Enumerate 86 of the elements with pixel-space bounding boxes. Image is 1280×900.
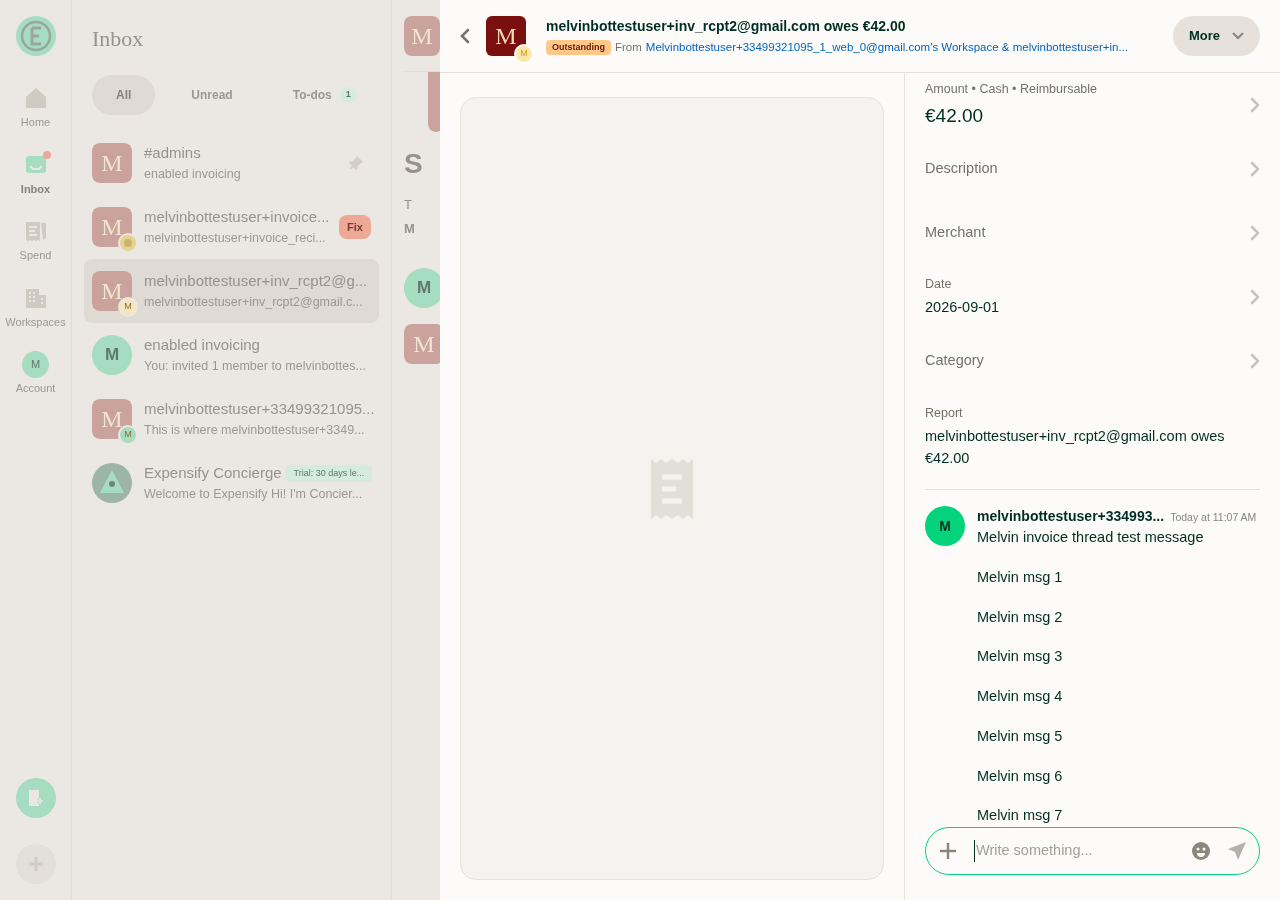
- chat-banner: [428, 72, 440, 132]
- field-label: Category: [925, 351, 985, 371]
- report-value: melvinbottestuser+inv_rcpt2@gmail.com owes €42.00: [925, 427, 1225, 468]
- inbox-icon: [24, 153, 47, 176]
- message-input[interactable]: Write something...: [974, 840, 1175, 862]
- avatar-badge: M: [514, 44, 534, 64]
- receipt-plus-icon: [27, 789, 44, 807]
- more-button[interactable]: More: [1172, 16, 1260, 56]
- plus-icon[interactable]: [938, 841, 958, 861]
- chevron-right-icon: [1250, 289, 1260, 305]
- message-author: melvinbottestuser+334993...: [977, 507, 1165, 526]
- message-avatar: M: [925, 506, 965, 546]
- chat-row[interactable]: M M melvinbottestuser+inv_rcpt2@g... melvinbottestuser+inv_rcpt2@gmail.c...: [84, 259, 379, 323]
- avatar: M: [404, 15, 440, 56]
- emoji-icon[interactable]: [1191, 841, 1211, 861]
- nav-item[interactable]: Workspaces: [0, 285, 71, 330]
- receipt-icon: [23, 219, 48, 243]
- chat-preview: enabled invoicing: [144, 165, 242, 183]
- chat-title: melvinbottestuser+invoice...: [144, 207, 330, 228]
- amount-value: €42.00: [925, 103, 985, 128]
- field-label: Report: [925, 405, 964, 423]
- filter-tab[interactable]: To-dos 1: [268, 75, 381, 115]
- home-icon: [23, 86, 48, 110]
- nav-item[interactable]: Home: [0, 86, 71, 131]
- filter-tab[interactable]: Unread: [167, 75, 257, 115]
- count-badge: 1: [339, 87, 357, 103]
- add-button[interactable]: [15, 844, 56, 884]
- inbox-title: Inbox: [92, 25, 145, 53]
- chat-line: T: [404, 197, 412, 212]
- nav-item[interactable]: Spend: [0, 219, 71, 264]
- message-text: Melvin msg 1: [977, 567, 1064, 587]
- detail-row[interactable]: Description: [925, 137, 1260, 201]
- chevron-right-icon: [1250, 161, 1260, 177]
- chat-preview: melvinbottestuser+inv_rcpt2@gmail.c...: [144, 293, 364, 311]
- message-text: Melvin msg 5: [977, 726, 1064, 746]
- field-label: Date: [925, 276, 953, 294]
- avatar: M: [404, 324, 440, 364]
- chevron-right-icon: [1250, 225, 1260, 241]
- send-icon[interactable]: [1227, 841, 1247, 861]
- logo[interactable]: [15, 16, 56, 56]
- chat-title: #admins: [144, 143, 201, 164]
- chevron-right-icon: [1250, 353, 1260, 369]
- message-text: Melvin msg 2: [977, 607, 1064, 627]
- concierge-avatar: [92, 463, 132, 503]
- detail-row[interactable]: Category: [925, 329, 1260, 393]
- workspace-link[interactable]: Melvinbottestuser+33499321095_1_web_0@gmail.com's Workspace & melvinbottestuser+in...: [645, 38, 1129, 57]
- caret-icon: [1232, 32, 1244, 40]
- chat-title: enabled invoicing: [144, 335, 260, 356]
- create-expense-button[interactable]: [15, 778, 56, 818]
- filter-tab[interactable]: All: [92, 75, 156, 115]
- message-text: Melvin msg 7: [977, 806, 1064, 826]
- chat-title: Expensify Concierge: [144, 463, 282, 484]
- message-time: Today at 11:07 AM: [1170, 510, 1257, 525]
- chat-title: melvinbottestuser+inv_rcpt2@g...: [144, 271, 368, 292]
- detail-row[interactable]: Date 2026-09-01: [925, 265, 1260, 329]
- field-label: Amount • Cash • Reimbursable: [925, 80, 1099, 98]
- message-text: Melvin msg 6: [977, 766, 1064, 786]
- chat-heading: S: [404, 148, 423, 179]
- field-value: 2026-09-01: [925, 298, 1001, 317]
- chat-preview: Welcome to Expensify Hi! I'm Concier...: [144, 485, 364, 503]
- fix-button[interactable]: Fix: [339, 214, 371, 240]
- from-label: From: [615, 39, 642, 55]
- field-label: Merchant: [925, 223, 987, 243]
- nav-item[interactable]: M Account: [0, 352, 71, 397]
- avatar: M: [404, 268, 440, 308]
- detail-row[interactable]: Amount • Cash • Reimbursable €42.00: [925, 73, 1260, 137]
- avatar: M: [92, 143, 132, 183]
- detail-row[interactable]: Merchant: [925, 201, 1260, 265]
- message-text: Melvin invoice thread test message: [977, 528, 1205, 547]
- chat-title: melvinbottestuser+33499321095...: [144, 399, 375, 420]
- avatar: M: [92, 335, 132, 375]
- message-text: Melvin msg 4: [977, 687, 1064, 706]
- chat-preview: You: invited 1 member to melvinbottes...: [144, 357, 367, 375]
- trial-badge: Trial: 30 days le...: [285, 464, 373, 483]
- message-text: Melvin msg 3: [977, 647, 1064, 667]
- chat-preview: This is where melvinbottestuser+3349...: [144, 421, 366, 439]
- account-avatar: M: [22, 350, 49, 378]
- chevron-right-icon: [1250, 97, 1260, 113]
- nav-item[interactable]: Inbox: [0, 152, 71, 197]
- chat-preview: melvinbottestuser+invoice_reci...: [144, 229, 327, 247]
- chat-line: M: [404, 221, 415, 236]
- status-badge: Outstanding: [546, 39, 611, 56]
- avatar-badge-icon: [118, 233, 138, 253]
- field-label: Description: [925, 159, 999, 179]
- report-title: melvinbottestuser+inv_rcpt2@gmail.com owes €42.00: [546, 16, 907, 36]
- back-icon[interactable]: [460, 28, 470, 44]
